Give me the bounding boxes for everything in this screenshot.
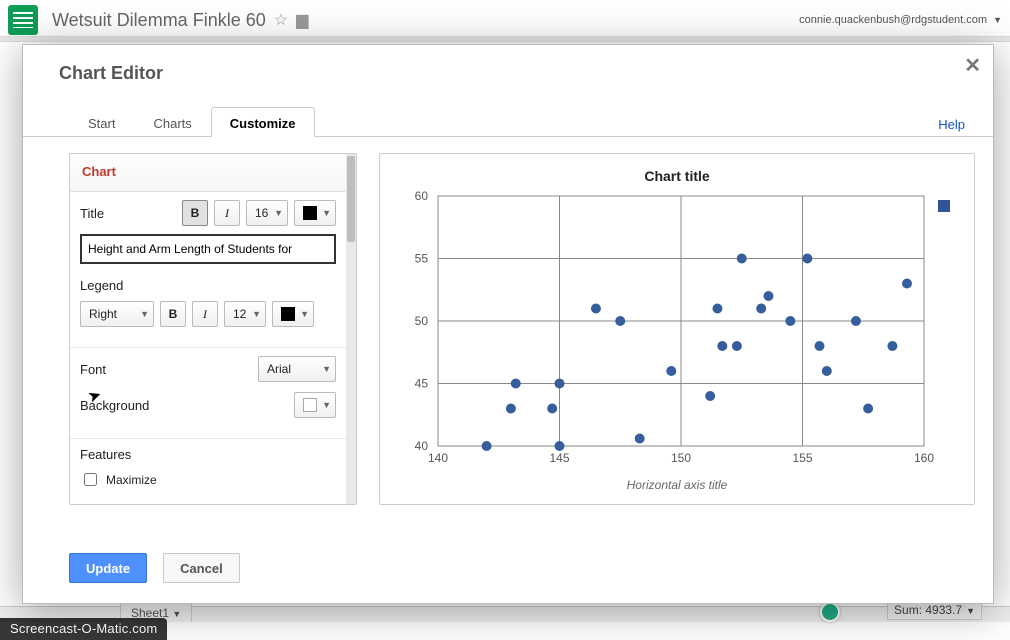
chevron-down-icon: ▼: [322, 400, 331, 410]
maximize-label: Maximize: [106, 473, 157, 487]
cancel-button[interactable]: Cancel: [163, 553, 240, 583]
screencast-watermark: Screencast-O-Matic.com: [0, 618, 167, 640]
tab-charts[interactable]: Charts: [134, 107, 210, 137]
chevron-down-icon: ▼: [300, 309, 309, 319]
tab-customize[interactable]: Customize: [211, 107, 315, 137]
color-swatch-icon: [281, 307, 295, 321]
svg-text:145: 145: [549, 451, 569, 465]
help-link[interactable]: Help: [938, 117, 965, 132]
document-title[interactable]: Wetsuit Dilemma Finkle 60: [52, 10, 266, 31]
chevron-down-icon: ▼: [140, 309, 149, 319]
svg-text:40: 40: [415, 439, 429, 453]
scatter-plot: 140 145 150 155 160 40 45 50 55 60: [380, 190, 974, 472]
toolbar-placeholder: [0, 36, 1010, 42]
legend-label: Legend: [80, 278, 336, 293]
svg-text:60: 60: [415, 190, 429, 203]
dialog-title: Chart Editor: [23, 45, 993, 106]
legend-color-select[interactable]: ▼: [272, 301, 314, 327]
close-icon[interactable]: ✕: [964, 53, 981, 78]
svg-text:155: 155: [792, 451, 812, 465]
maximize-checkbox[interactable]: [84, 473, 97, 486]
chevron-down-icon: ▼: [322, 364, 331, 374]
chevron-down-icon: ▼: [274, 208, 283, 218]
legend-position-value: Right: [89, 307, 117, 321]
explore-indicator[interactable]: [820, 602, 840, 622]
sheets-header: Wetsuit Dilemma Finkle 60 ☆ ▆ connie.qua…: [0, 0, 1010, 36]
update-button[interactable]: Update: [69, 553, 147, 583]
title-italic-button[interactable]: I: [214, 200, 240, 226]
tab-start[interactable]: Start: [69, 107, 134, 137]
background-color-select[interactable]: ▼: [294, 392, 336, 418]
chart-preview: Chart title 140 145 150 155 160 40 45 50 55 60 Ho…: [379, 153, 975, 505]
legend-bold-button[interactable]: B: [160, 301, 186, 327]
font-label: Font: [80, 362, 252, 377]
chart-editor-dialog: ✕ Chart Editor Help Start Charts Customi…: [22, 44, 994, 604]
background-label: Background: [80, 398, 288, 413]
legend-fontsize-select[interactable]: 12 ▼: [224, 301, 266, 327]
customize-panel: ➤ Chart Title B I 16▼ ▼ Legend: [69, 153, 357, 505]
chevron-down-icon: ▼: [172, 609, 181, 619]
folder-icon[interactable]: ▆: [296, 10, 308, 30]
title-bold-button[interactable]: B: [182, 200, 208, 226]
x-axis-title: Horizontal axis title: [380, 472, 974, 504]
section-chart-head[interactable]: Chart: [70, 154, 346, 192]
chevron-down-icon: ▼: [966, 606, 975, 616]
title-fontsize-value: 16: [255, 206, 268, 220]
features-label: Features: [80, 447, 336, 462]
chevron-down-icon: ▼: [322, 208, 331, 218]
account-email[interactable]: connie.quackenbush@rdgstudent.com: [799, 14, 987, 26]
plot-area: 140 145 150 155 160 40 45 50 55 60: [380, 190, 974, 472]
color-swatch-icon: [303, 398, 317, 412]
legend-italic-button[interactable]: I: [192, 301, 218, 327]
scrollbar[interactable]: [346, 154, 356, 504]
title-label: Title: [80, 206, 176, 221]
quick-sum-label: Sum: 4933.7: [894, 603, 962, 617]
svg-text:45: 45: [415, 377, 429, 391]
legend-position-select[interactable]: Right ▼: [80, 301, 154, 327]
svg-text:140: 140: [428, 451, 448, 465]
font-family-select[interactable]: Arial ▼: [258, 356, 336, 382]
svg-text:160: 160: [914, 451, 934, 465]
color-swatch-icon: [303, 206, 317, 220]
account-caret-icon[interactable]: ▼: [993, 15, 1002, 25]
title-color-select[interactable]: ▼: [294, 200, 336, 226]
dialog-footer: Update Cancel: [69, 553, 240, 583]
chart-title-input[interactable]: [80, 234, 336, 264]
chevron-down-icon: ▼: [252, 309, 261, 319]
legend-fontsize-value: 12: [233, 307, 246, 321]
title-fontsize-select[interactable]: 16 ▼: [246, 200, 288, 226]
dialog-tabs: Start Charts Customize: [23, 106, 993, 137]
svg-text:55: 55: [415, 252, 429, 266]
svg-text:50: 50: [415, 314, 429, 328]
star-icon[interactable]: ☆: [274, 10, 288, 30]
scrollbar-thumb[interactable]: [347, 156, 355, 242]
font-family-value: Arial: [267, 362, 291, 376]
chart-title: Chart title: [380, 154, 974, 190]
sheets-logo: [8, 5, 38, 35]
svg-text:150: 150: [671, 451, 691, 465]
